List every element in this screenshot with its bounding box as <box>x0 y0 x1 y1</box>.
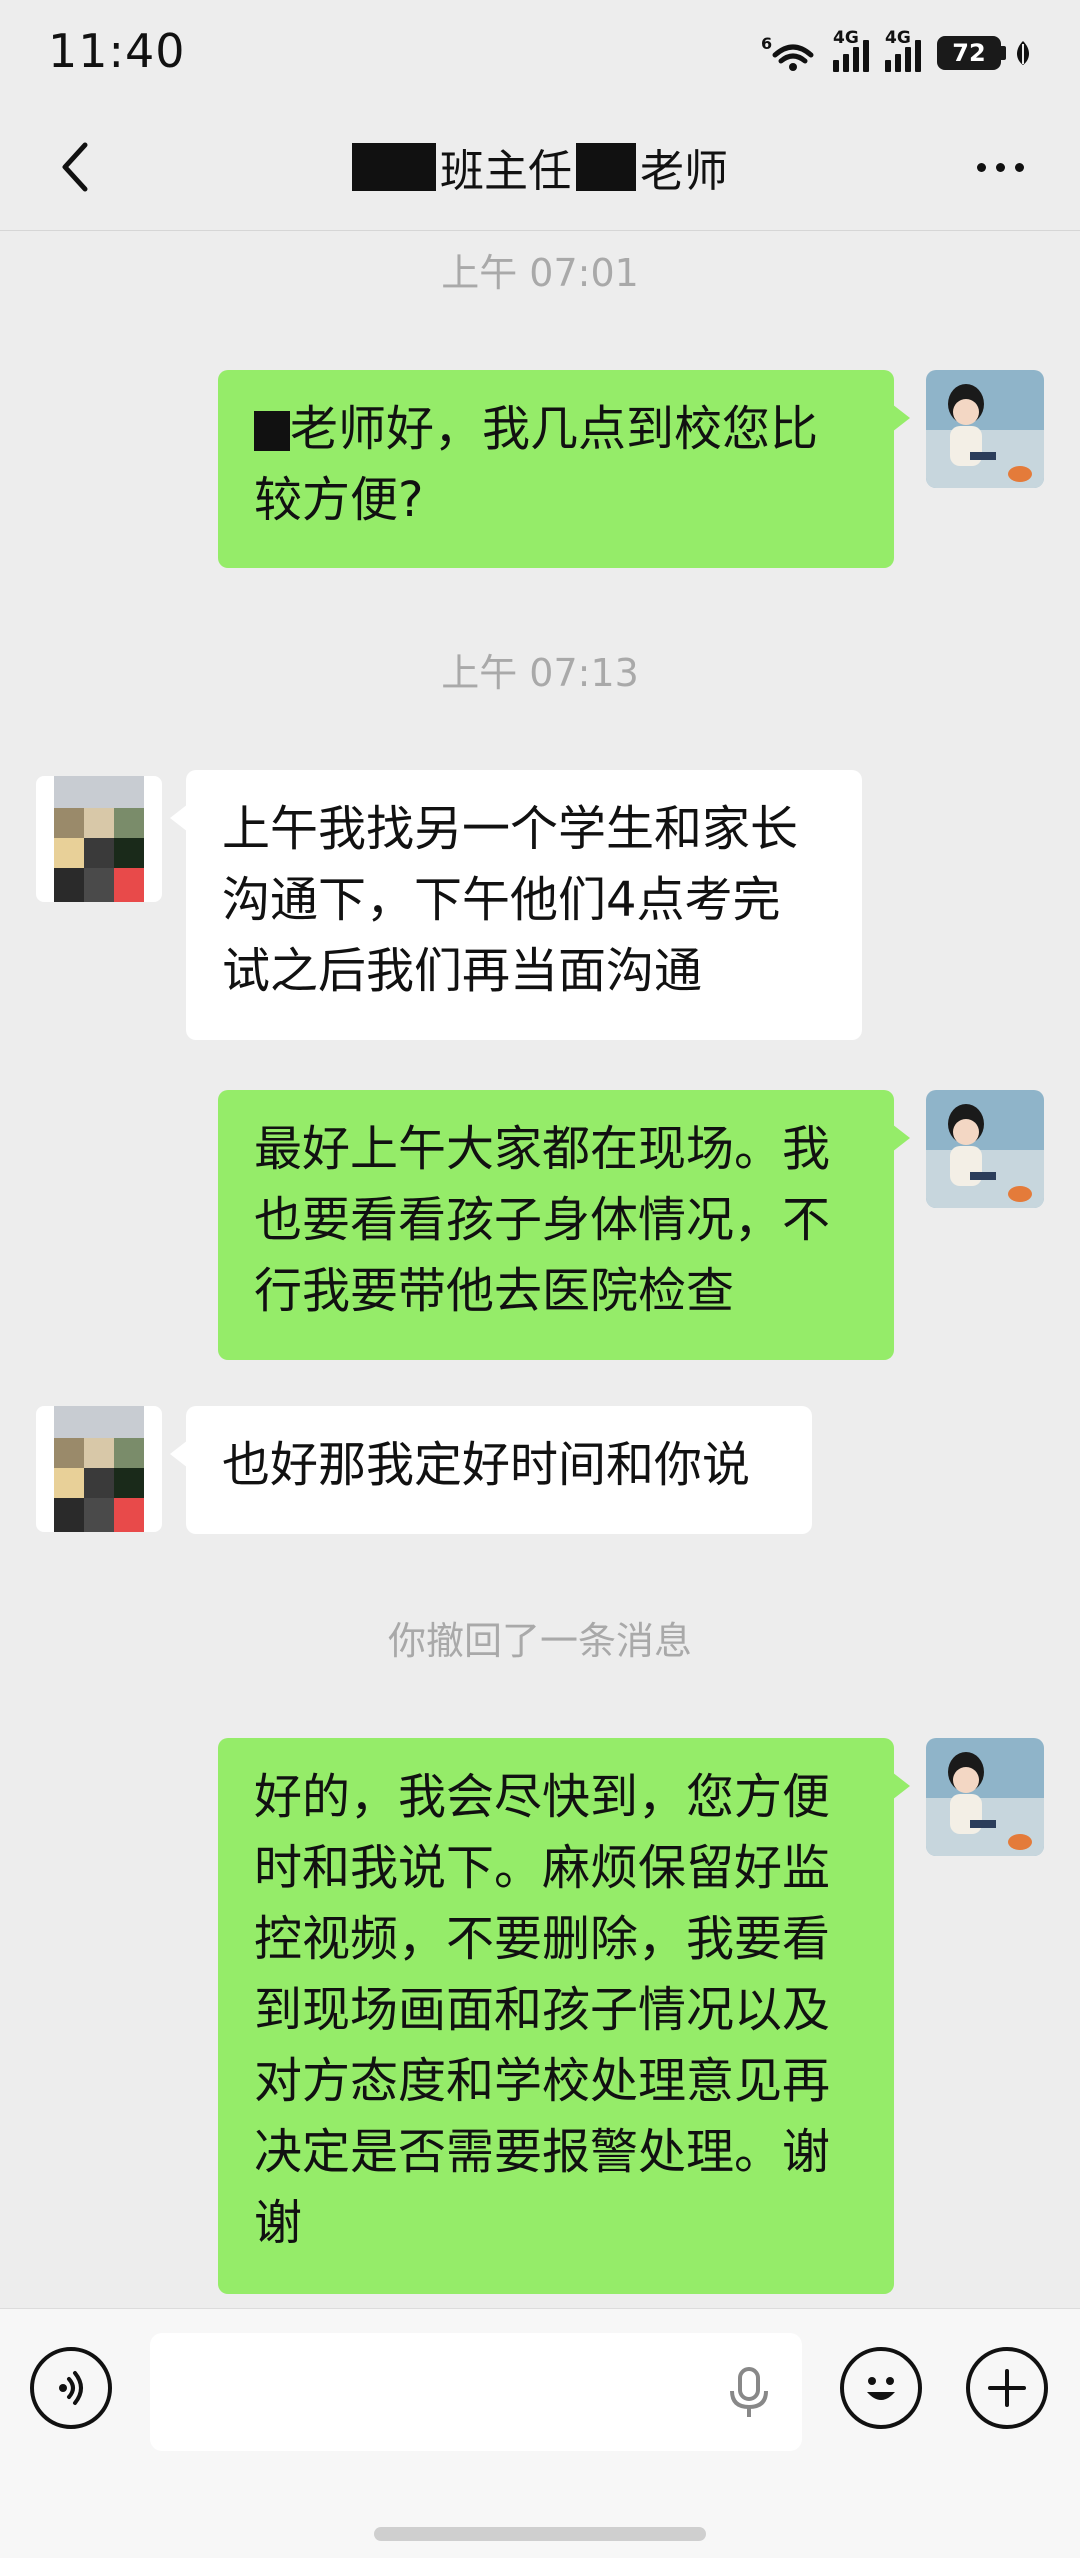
redacted-name <box>352 143 436 191</box>
emoji-button[interactable] <box>840 2347 922 2429</box>
message-text: 较方便? <box>254 472 424 528</box>
message-text: 控视频，不要删除，我要看 <box>254 1911 831 1967</box>
message-text: 老师好，我几点到校您比 <box>290 401 819 457</box>
contact-avatar[interactable] <box>36 1406 162 1532</box>
message-bubble-in[interactable]: 上午我找另一个学生和家长 沟通下，下午他们4点考完 试之后我们再当面沟通 <box>170 770 862 1040</box>
redacted-name <box>254 411 290 451</box>
signal-icon-2: 4G <box>885 28 921 72</box>
my-avatar[interactable] <box>926 1090 1044 1208</box>
voice-icon <box>59 2371 83 2405</box>
message-bubble-in[interactable]: 也好那我定好时间和你说 <box>170 1406 812 1534</box>
avatar-image <box>926 1738 1044 1856</box>
redacted-name <box>576 143 636 191</box>
message-bubble-out[interactable]: 老师好，我几点到校您比 较方便? <box>218 370 910 568</box>
leaf-icon <box>1017 41 1029 65</box>
avatar-image <box>926 370 1044 488</box>
home-indicator[interactable] <box>374 2527 706 2541</box>
message-text: 对方态度和学校处理意见再 <box>254 2053 831 2109</box>
timestamp: 上午 07:13 <box>441 651 639 695</box>
more-dots-icon <box>976 162 986 172</box>
message-text: 也好那我定好时间和你说 <box>222 1437 751 1493</box>
status-bar: 11:40 6 4G 4G 72 <box>0 0 1080 104</box>
signal-label-2: 4G <box>885 28 911 48</box>
message-bubble-out[interactable]: 最好上午大家都在现场。我 也要看看孩子身体情况，不 行我要带他去医院检查 <box>218 1090 910 1360</box>
my-avatar[interactable] <box>926 1738 1044 1856</box>
wifi-label: 6 <box>761 34 772 53</box>
signal-icon-1: 4G <box>833 28 869 72</box>
my-avatar[interactable] <box>926 370 1044 488</box>
plus-icon <box>988 2369 1026 2407</box>
contact-avatar[interactable] <box>36 776 162 902</box>
message-text: 时和我说下。麻烦保留好监 <box>254 1840 831 1896</box>
input-bar <box>0 2308 1080 2558</box>
signal-label-1: 4G <box>833 28 859 48</box>
voice-button[interactable] <box>30 2347 112 2429</box>
chat-area[interactable]: 上午 07:01 老师好，我几点到校您比 较方便? 上午 07:13 上午我找另… <box>0 230 1080 2308</box>
mic-icon[interactable] <box>724 2365 774 2421</box>
recall-notice: 你撤回了一条消息 <box>387 1619 692 1663</box>
title-part-1: 班主任 <box>440 146 572 197</box>
wifi-icon: 6 <box>761 34 814 71</box>
title-part-2: 老师 <box>640 146 728 197</box>
message-text: 最好上午大家都在现场。我 <box>254 1121 831 1177</box>
back-button[interactable] <box>40 132 110 202</box>
status-icons: 6 4G 4G 72 <box>761 28 1032 76</box>
message-text: 谢 <box>254 2195 303 2251</box>
chat-title: 班主任 老师 <box>330 132 750 202</box>
message-input[interactable] <box>150 2333 802 2451</box>
battery-level: 72 <box>937 36 1001 70</box>
message-text: 也要看看孩子身体情况，不 <box>254 1192 831 1248</box>
status-time: 11:40 <box>48 24 186 78</box>
battery-icon: 72 <box>937 36 1032 70</box>
timestamp: 上午 07:01 <box>441 251 639 295</box>
avatar-image <box>36 1406 162 1532</box>
emoji-icon <box>867 2377 895 2400</box>
message-text: 试之后我们再当面沟通 <box>222 943 703 999</box>
message-text: 到现场画面和孩子情况以及 <box>254 1982 831 2038</box>
message-text: 沟通下，下午他们4点考完 <box>222 872 781 928</box>
avatar-image <box>926 1090 1044 1208</box>
nav-bar: 班主任 老师 <box>0 104 1080 231</box>
message-text: 上午我找另一个学生和家长 <box>222 801 799 857</box>
more-button[interactable] <box>960 132 1040 202</box>
message-text: 决定是否需要报警处理。谢 <box>254 2124 831 2180</box>
message-bubble-out[interactable]: 好的，我会尽快到，您方便 时和我说下。麻烦保留好监 控视频，不要删除，我要看 到… <box>218 1738 910 2294</box>
message-text: 行我要带他去医院检查 <box>254 1263 735 1319</box>
chevron-left-icon <box>62 142 88 192</box>
message-text: 好的，我会尽快到，您方便 <box>254 1769 831 1825</box>
plus-button[interactable] <box>966 2347 1048 2429</box>
avatar-image <box>36 776 162 902</box>
